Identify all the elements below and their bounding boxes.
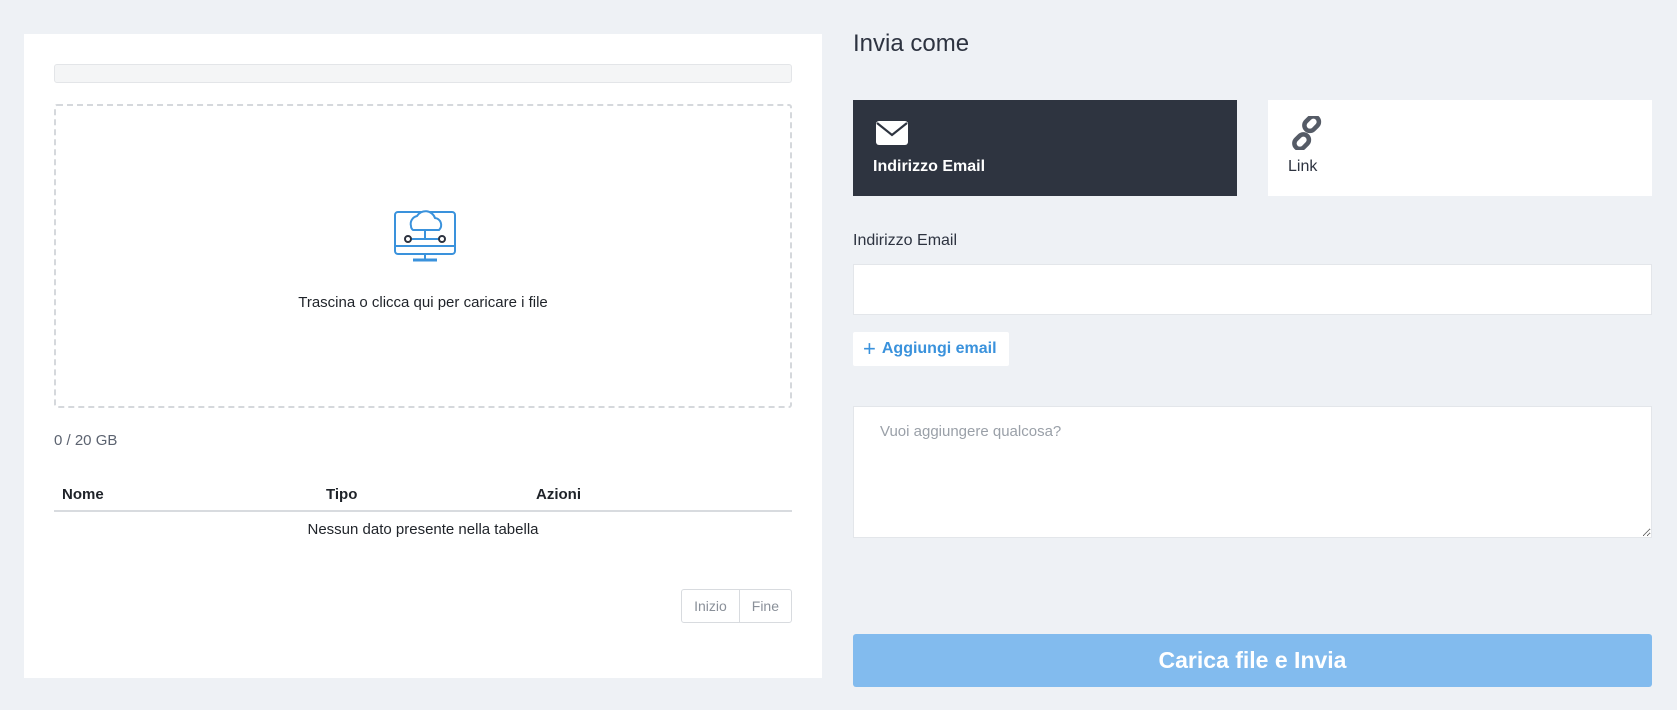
- add-email-button[interactable]: + Aggiungi email: [853, 332, 1009, 366]
- table-row: Nessun dato presente nella tabella: [54, 511, 792, 547]
- upload-panel: Trascina o clicca qui per caricare i fil…: [24, 34, 822, 678]
- file-dropzone[interactable]: Trascina o clicca qui per caricare i fil…: [54, 104, 792, 408]
- column-header-actions: Azioni: [528, 479, 792, 512]
- email-field[interactable]: [853, 264, 1652, 315]
- message-textarea[interactable]: [853, 406, 1652, 538]
- pagination-first-button[interactable]: Inizio: [682, 590, 739, 622]
- pagination: Inizio Fine: [681, 589, 792, 623]
- send-as-title: Invia come: [853, 30, 970, 57]
- table-header-row: Nome Tipo Azioni: [54, 479, 792, 512]
- plus-icon: +: [863, 336, 876, 361]
- upload-and-send-button[interactable]: Carica file e Invia: [853, 634, 1652, 687]
- storage-usage: 0 / 20 GB: [54, 432, 118, 449]
- send-method-link-label: Link: [1288, 158, 1318, 175]
- send-method-link-card[interactable]: Link: [1268, 100, 1652, 196]
- column-header-name[interactable]: Nome: [54, 479, 318, 512]
- dropzone-text: Trascina o clicca qui per caricare i fil…: [298, 294, 548, 311]
- email-field-label: Indirizzo Email: [853, 232, 958, 249]
- envelope-icon: [876, 121, 908, 145]
- send-method-email-label: Indirizzo Email: [873, 158, 986, 175]
- table-empty-message: Nessun dato presente nella tabella: [307, 521, 539, 538]
- cloud-computer-upload-icon: [394, 210, 456, 262]
- column-header-type[interactable]: Tipo: [318, 479, 528, 512]
- link-icon: [1292, 116, 1322, 150]
- add-email-label: Aggiungi email: [881, 340, 997, 357]
- pagination-last-button[interactable]: Fine: [738, 590, 791, 622]
- file-table: Nome Tipo Azioni Nessun dato presente ne…: [54, 479, 792, 547]
- upload-progress-bar: [54, 64, 792, 83]
- send-method-email-card[interactable]: Indirizzo Email: [853, 100, 1237, 196]
